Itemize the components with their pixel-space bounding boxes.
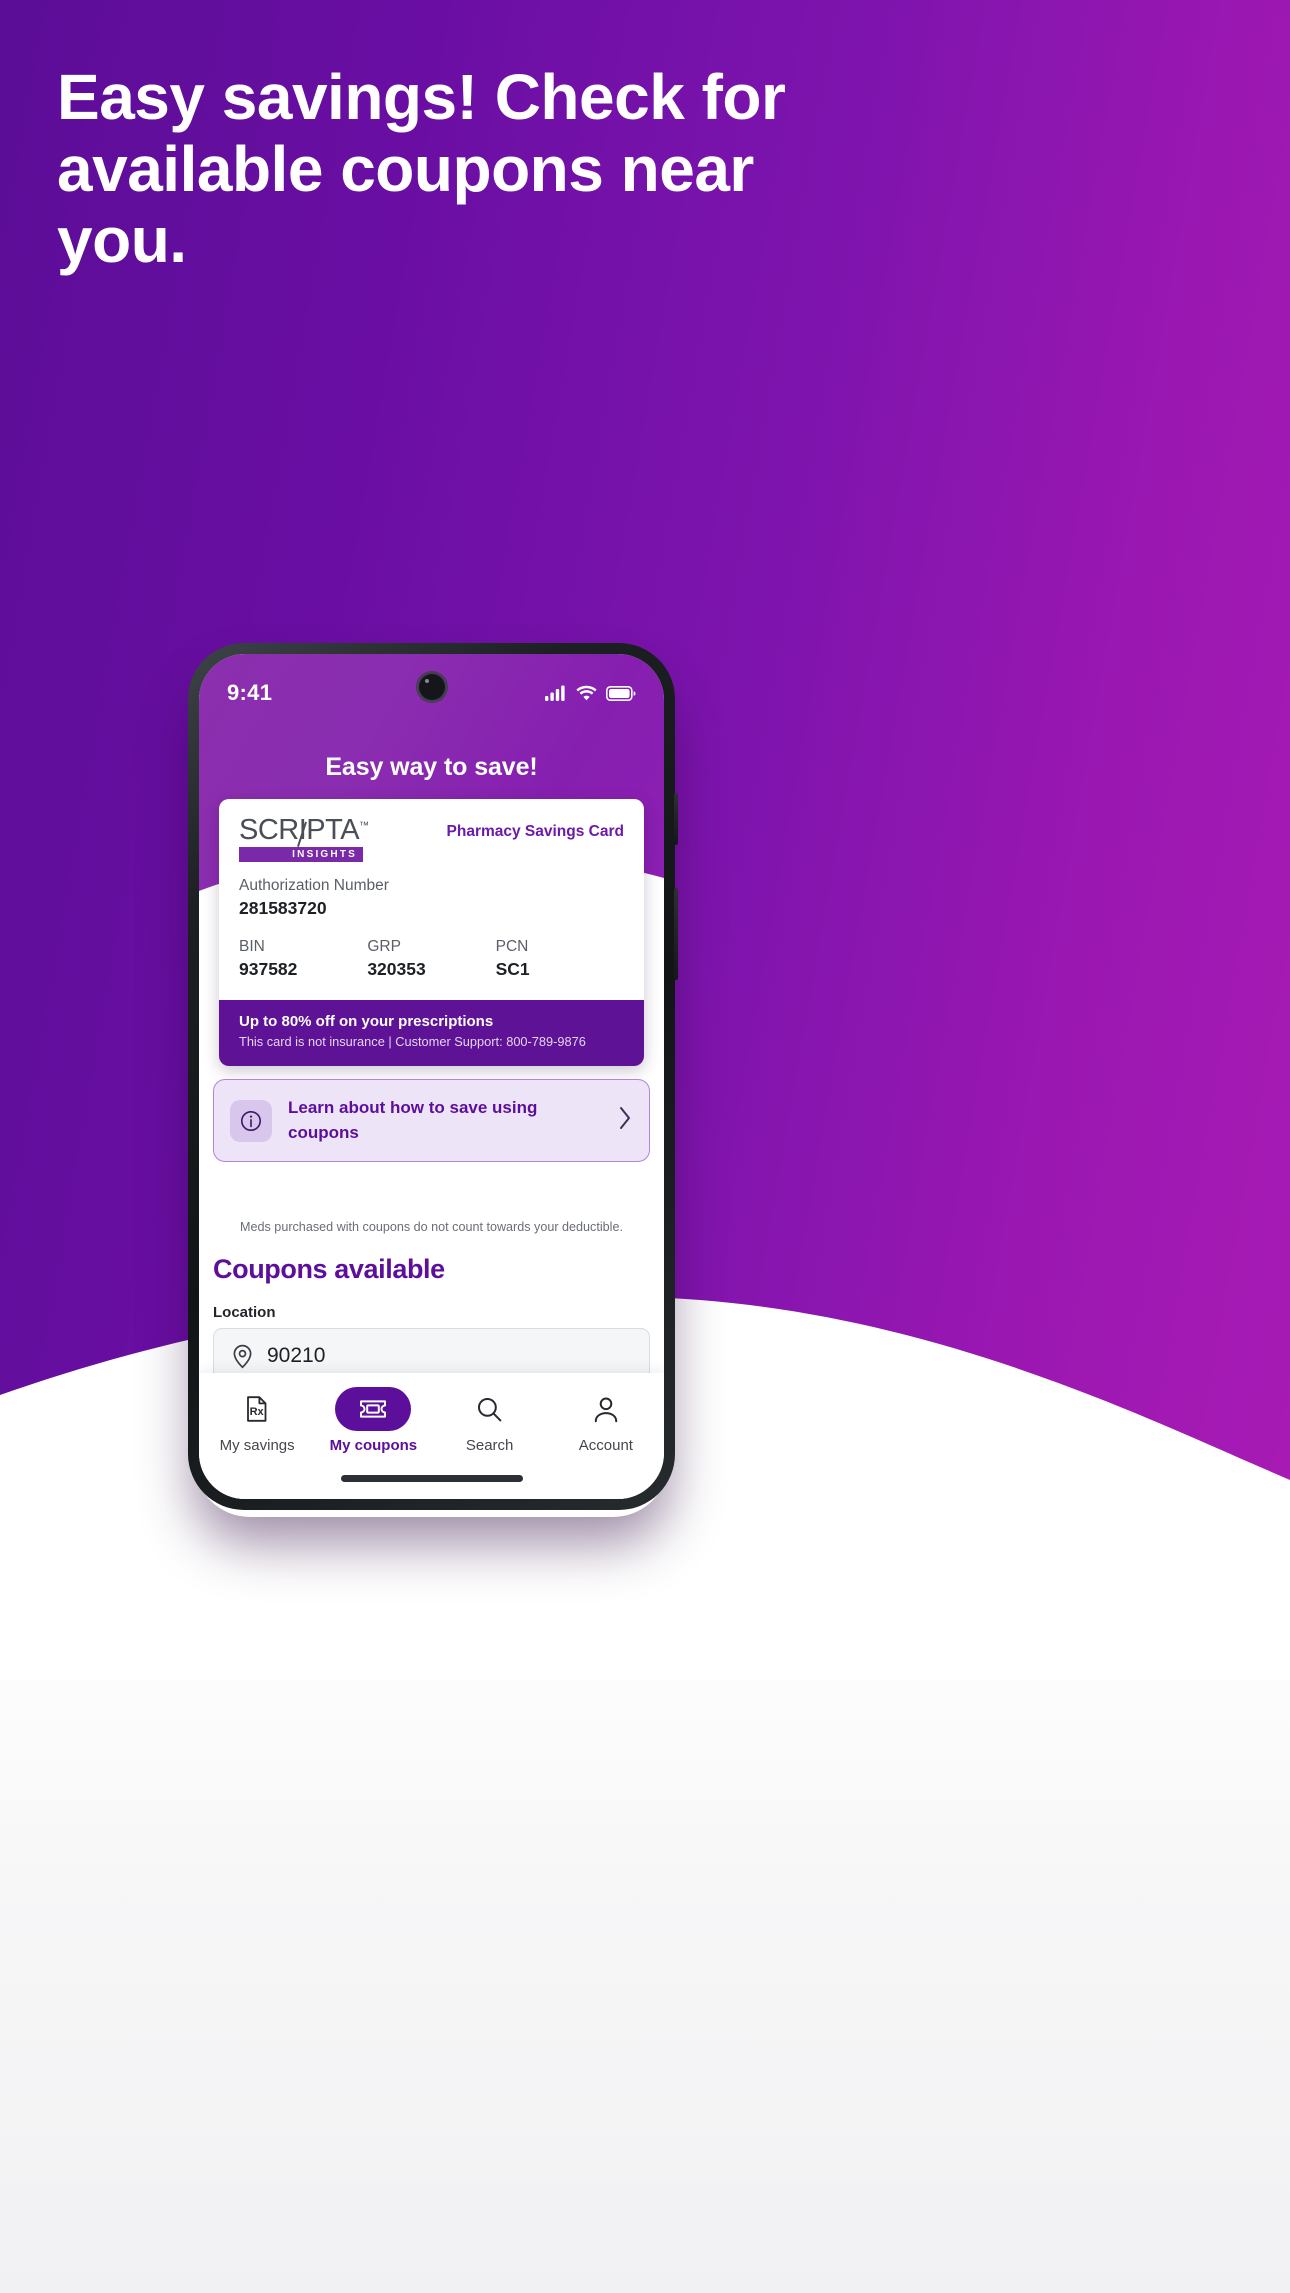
svg-text:Rx: Rx	[250, 1406, 265, 1418]
pcn-value: SC1	[495, 958, 530, 979]
savings-card-disclaimer: This card is not insurance | Customer Su…	[239, 1034, 586, 1050]
nav-label: Search	[465, 1437, 514, 1454]
pharmacy-savings-card[interactable]: SCRIPTA™ INSIGHTS Pharmacy Savings Card …	[219, 799, 644, 1067]
ticket-icon	[335, 1387, 412, 1431]
card-code-bin: BIN 937582	[239, 937, 367, 981]
savings-card-type: Pharmacy Savings Card	[446, 823, 624, 840]
chevron-right-icon[interactable]	[617, 1105, 633, 1136]
person-icon	[568, 1387, 644, 1431]
prescription-rx-icon: Rx	[219, 1387, 295, 1431]
coupons-available-heading: Coupons available	[213, 1254, 445, 1284]
nav-item-my-coupons[interactable]: My coupons	[315, 1387, 431, 1454]
scripta-logo: SCRIPTA™ INSIGHTS	[239, 816, 369, 862]
scripta-logo-wordmark: SCRIPTA™	[239, 816, 369, 848]
learn-about-coupons-banner[interactable]: Learn about how to save using coupons	[213, 1079, 650, 1163]
card-codes-row: BIN 937582 GRP 320353 PCN SC1	[239, 937, 624, 981]
savings-card-header: SCRIPTA™ INSIGHTS Pharmacy Savings Card	[239, 816, 624, 862]
search-icon	[452, 1387, 528, 1431]
nav-item-account[interactable]: Account	[548, 1387, 664, 1454]
authorization-block: Authorization Number 281583720	[239, 876, 624, 920]
card-code-grp: GRP 320353	[367, 937, 495, 981]
phone-mockup: 9:41 Easy way to save! SCRIPTA™ INSIGHTS…	[188, 643, 678, 1510]
card-code-pcn: PCN SC1	[496, 937, 624, 981]
nav-item-my-savings[interactable]: Rx My savings	[199, 1387, 315, 1454]
info-circle-icon	[230, 1099, 272, 1142]
phone-frame: 9:41 Easy way to save! SCRIPTA™ INSIGHTS…	[188, 643, 678, 1510]
phone-screen: 9:41 Easy way to save! SCRIPTA™ INSIGHTS…	[199, 654, 664, 1499]
nav-label: Account	[578, 1437, 633, 1454]
grp-value: 320353	[367, 958, 426, 979]
deductible-disclaimer: Meds purchased with coupons do not count…	[240, 1220, 623, 1234]
bin-value: 937582	[239, 958, 298, 979]
nav-label: My savings	[219, 1437, 295, 1454]
scripta-logo-subtitle: INSIGHTS	[292, 849, 357, 860]
authorization-label: Authorization Number	[239, 877, 389, 894]
trademark-symbol: ™	[359, 820, 369, 832]
scripta-logo-bar: INSIGHTS	[239, 847, 363, 862]
grp-label: GRP	[367, 937, 401, 955]
page-headline: Easy savings! Check for available coupon…	[57, 61, 786, 277]
nav-label: My coupons	[329, 1437, 418, 1454]
map-pin-icon	[233, 1344, 252, 1368]
bin-label: BIN	[239, 937, 265, 955]
savings-card-body: SCRIPTA™ INSIGHTS Pharmacy Savings Card …	[219, 799, 644, 1001]
learn-banner-label: Learn about how to save using coupons	[288, 1098, 538, 1142]
white-lower-backdrop	[0, 1600, 1290, 2293]
location-field-label: Location	[213, 1304, 276, 1321]
location-zip-value[interactable]: 90210	[267, 1344, 325, 1368]
authorization-value: 281583720	[239, 897, 327, 918]
savings-card-footer: Up to 80% off on your prescriptions This…	[219, 1000, 644, 1067]
nav-item-search[interactable]: Search	[432, 1387, 548, 1454]
phone-power-button[interactable]	[674, 888, 678, 980]
pcn-label: PCN	[495, 937, 529, 955]
phone-volume-button[interactable]	[674, 793, 678, 845]
savings-card-discount-headline: Up to 80% off on your prescriptions	[239, 1013, 494, 1031]
home-indicator[interactable]	[340, 1475, 523, 1482]
